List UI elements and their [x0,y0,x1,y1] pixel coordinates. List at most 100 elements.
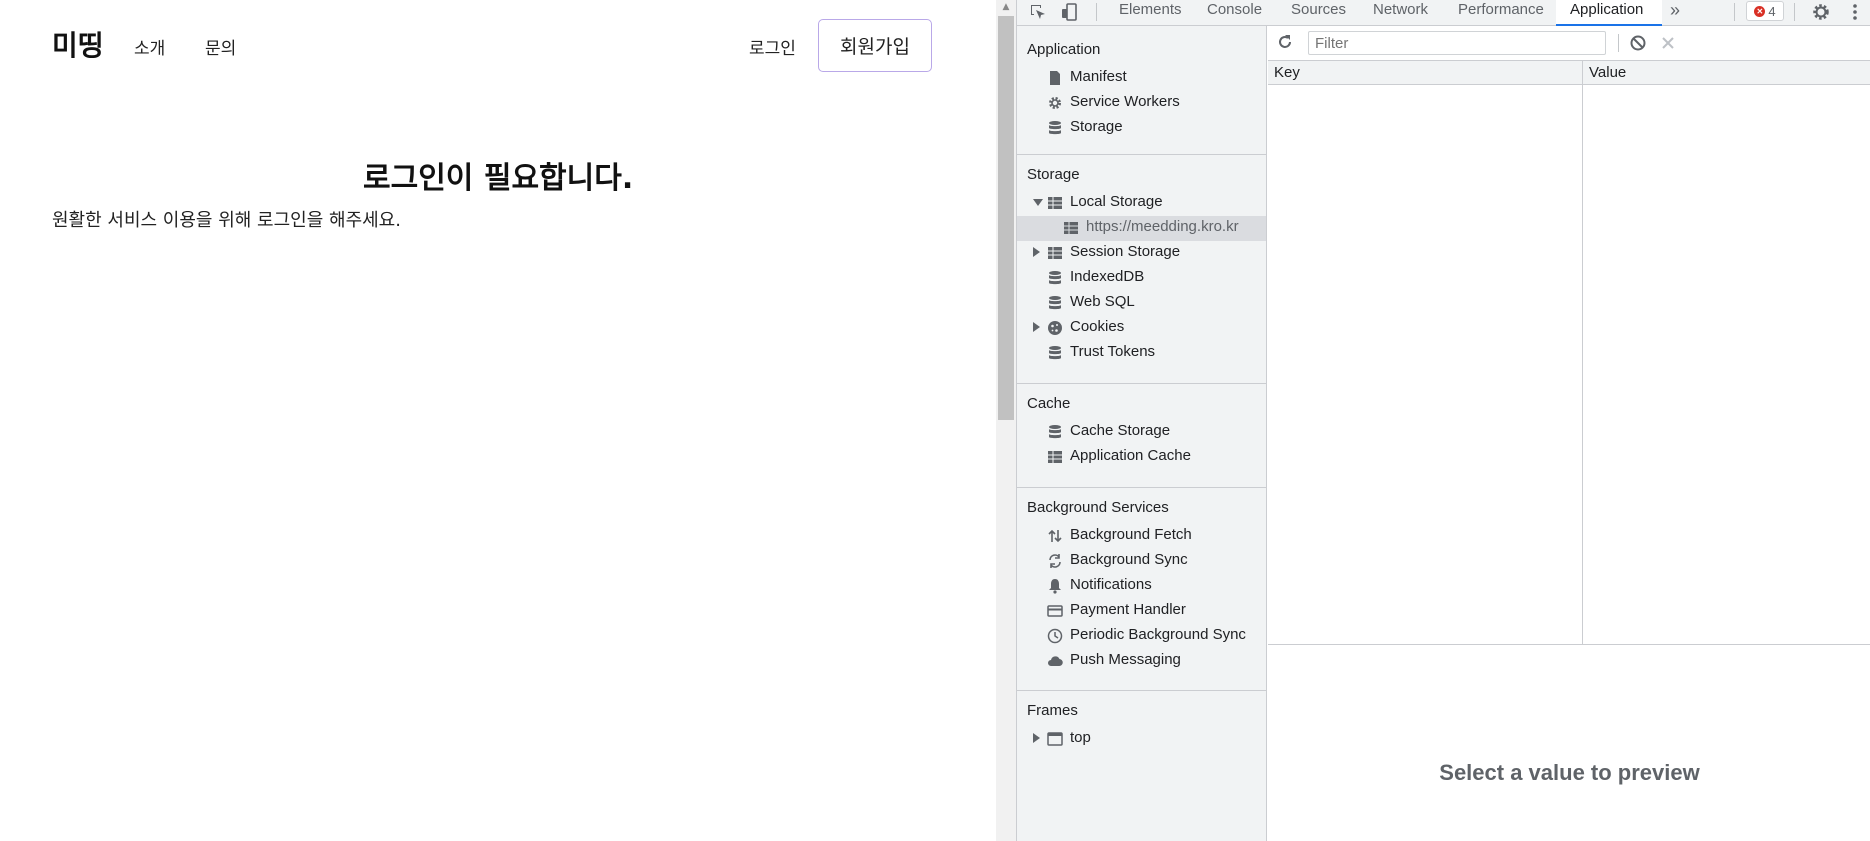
clear-all-icon[interactable] [1628,33,1650,55]
scroll-up-arrow-icon[interactable]: ▲ [996,0,1016,14]
site-logo[interactable]: 미띵 [52,24,104,64]
sidebar-item-periodic-background-sync[interactable]: Periodic Background Sync [1017,624,1266,649]
expand-arrow-icon[interactable] [1033,733,1040,743]
section-title-cache: Cache [1027,395,1071,412]
database-icon [1047,270,1063,286]
tab-application[interactable]: Application [1556,0,1662,26]
sidebar-item-label: Push Messaging [1070,651,1181,668]
section-title-frames: Frames [1027,702,1078,719]
sidebar-item-payment-handler[interactable]: Payment Handler [1017,599,1266,624]
database-icon [1047,424,1063,440]
section-title-application: Application [1027,41,1101,58]
table-icon [1047,245,1063,261]
table-icon [1047,195,1063,211]
application-sidebar: Application Manifest Service Workers Sto… [1017,26,1267,841]
chevron-double-right-icon[interactable]: » [1670,1,1692,23]
storage-table-header: Key Value [1268,61,1870,85]
sync-icon [1047,553,1063,569]
sidebar-item-local-storage-origin[interactable]: https://meedding.kro.kr [1017,216,1266,241]
table-preview-splitter[interactable] [1268,644,1870,645]
refresh-icon[interactable] [1275,32,1297,54]
toolbar-divider [1096,3,1097,21]
gear-icon [1047,95,1063,111]
tab-elements[interactable]: Elements [1105,0,1196,26]
inspect-element-icon[interactable] [1027,1,1049,23]
sidebar-item-application-cache[interactable]: Application Cache [1017,445,1266,470]
section-divider [1017,487,1266,488]
sidebar-item-label: Local Storage [1070,193,1163,210]
tab-console[interactable]: Console [1193,0,1276,26]
column-header-key[interactable]: Key [1274,64,1300,81]
section-title-background-services: Background Services [1027,499,1169,516]
tab-sources[interactable]: Sources [1277,0,1360,26]
delete-selected-icon[interactable] [1658,33,1680,55]
preview-placeholder: Select a value to preview [1439,760,1700,785]
scrollbar-thumb[interactable] [998,16,1014,420]
clock-icon [1047,628,1063,644]
website-viewport: 미띵 소개 문의 로그인 회원가입 로그인이 필요합니다. 원활한 서비스 이용… [0,0,996,841]
nav-link-about[interactable]: 소개 [134,34,165,59]
sidebar-item-web-sql[interactable]: Web SQL [1017,291,1266,316]
sidebar-item-label: Cache Storage [1070,422,1171,439]
sidebar-item-storage[interactable]: Storage [1017,116,1266,141]
credit-card-icon [1047,603,1063,619]
file-icon [1047,70,1063,86]
sidebar-item-cache-storage[interactable]: Cache Storage [1017,420,1266,445]
sidebar-item-label: Payment Handler [1070,601,1186,618]
sidebar-item-label: Session Storage [1070,243,1181,260]
section-divider [1017,383,1266,384]
tab-network[interactable]: Network [1359,0,1442,26]
table-icon [1047,449,1063,465]
sidebar-item-cookies[interactable]: Cookies [1017,316,1266,341]
toolbar-divider [1794,3,1795,21]
sidebar-item-manifest[interactable]: Manifest [1017,66,1266,91]
expand-arrow-icon[interactable] [1033,322,1040,332]
more-options-icon[interactable] [1848,1,1862,23]
sidebar-item-label: Application Cache [1070,447,1191,464]
toolbar-divider [1734,3,1735,21]
error-icon: ✕ [1754,5,1766,17]
device-toolbar-icon[interactable] [1059,1,1081,23]
expand-arrow-icon[interactable] [1033,199,1043,206]
database-icon [1047,120,1063,136]
sidebar-item-background-fetch[interactable]: Background Fetch [1017,524,1266,549]
devtools-toolbar: Elements Console Sources Network Perform… [1017,0,1870,26]
signup-button[interactable]: 회원가입 [818,19,932,72]
sidebar-item-label: Storage [1070,118,1123,135]
expand-arrow-icon[interactable] [1033,247,1040,257]
sidebar-item-indexeddb[interactable]: IndexedDB [1017,266,1266,291]
toolbar-divider [1618,34,1619,52]
sidebar-item-label: Manifest [1070,68,1127,85]
sidebar-item-notifications[interactable]: Notifications [1017,574,1266,599]
cookie-icon [1047,320,1063,336]
filter-input[interactable] [1308,31,1606,55]
sidebar-item-trust-tokens[interactable]: Trust Tokens [1017,341,1266,366]
sidebar-item-local-storage[interactable]: Local Storage [1017,191,1266,216]
nav-link-contact[interactable]: 문의 [205,34,236,59]
gear-icon[interactable] [1810,1,1832,23]
error-count-badge[interactable]: ✕ 4 [1746,1,1784,21]
sidebar-item-service-workers[interactable]: Service Workers [1017,91,1266,116]
sidebar-item-push-messaging[interactable]: Push Messaging [1017,649,1266,674]
database-icon [1047,345,1063,361]
database-icon [1047,295,1063,311]
sidebar-item-label: Trust Tokens [1070,343,1156,360]
column-divider[interactable] [1582,61,1583,644]
page-subtext: 원활한 서비스 이용을 위해 로그인을 해주세요. [52,210,401,231]
sidebar-item-frame-top[interactable]: top [1017,727,1266,752]
devtools-panel: Elements Console Sources Network Perform… [1016,0,1870,841]
sidebar-item-label: Notifications [1070,576,1152,593]
sidebar-item-label: top [1070,729,1091,746]
sidebar-item-label: Cookies [1070,318,1125,335]
sidebar-item-label: Background Sync [1070,551,1188,568]
section-title-storage: Storage [1027,166,1080,183]
tab-performance[interactable]: Performance [1444,0,1558,26]
column-header-value[interactable]: Value [1589,64,1626,81]
login-link[interactable]: 로그인 [749,34,796,59]
cloud-icon [1047,653,1063,669]
sidebar-item-label: Web SQL [1070,293,1135,310]
sidebar-item-background-sync[interactable]: Background Sync [1017,549,1266,574]
page-scrollbar[interactable]: ▲ [996,0,1016,841]
sidebar-item-label: Periodic Background Sync [1070,626,1246,643]
sidebar-item-session-storage[interactable]: Session Storage [1017,241,1266,266]
